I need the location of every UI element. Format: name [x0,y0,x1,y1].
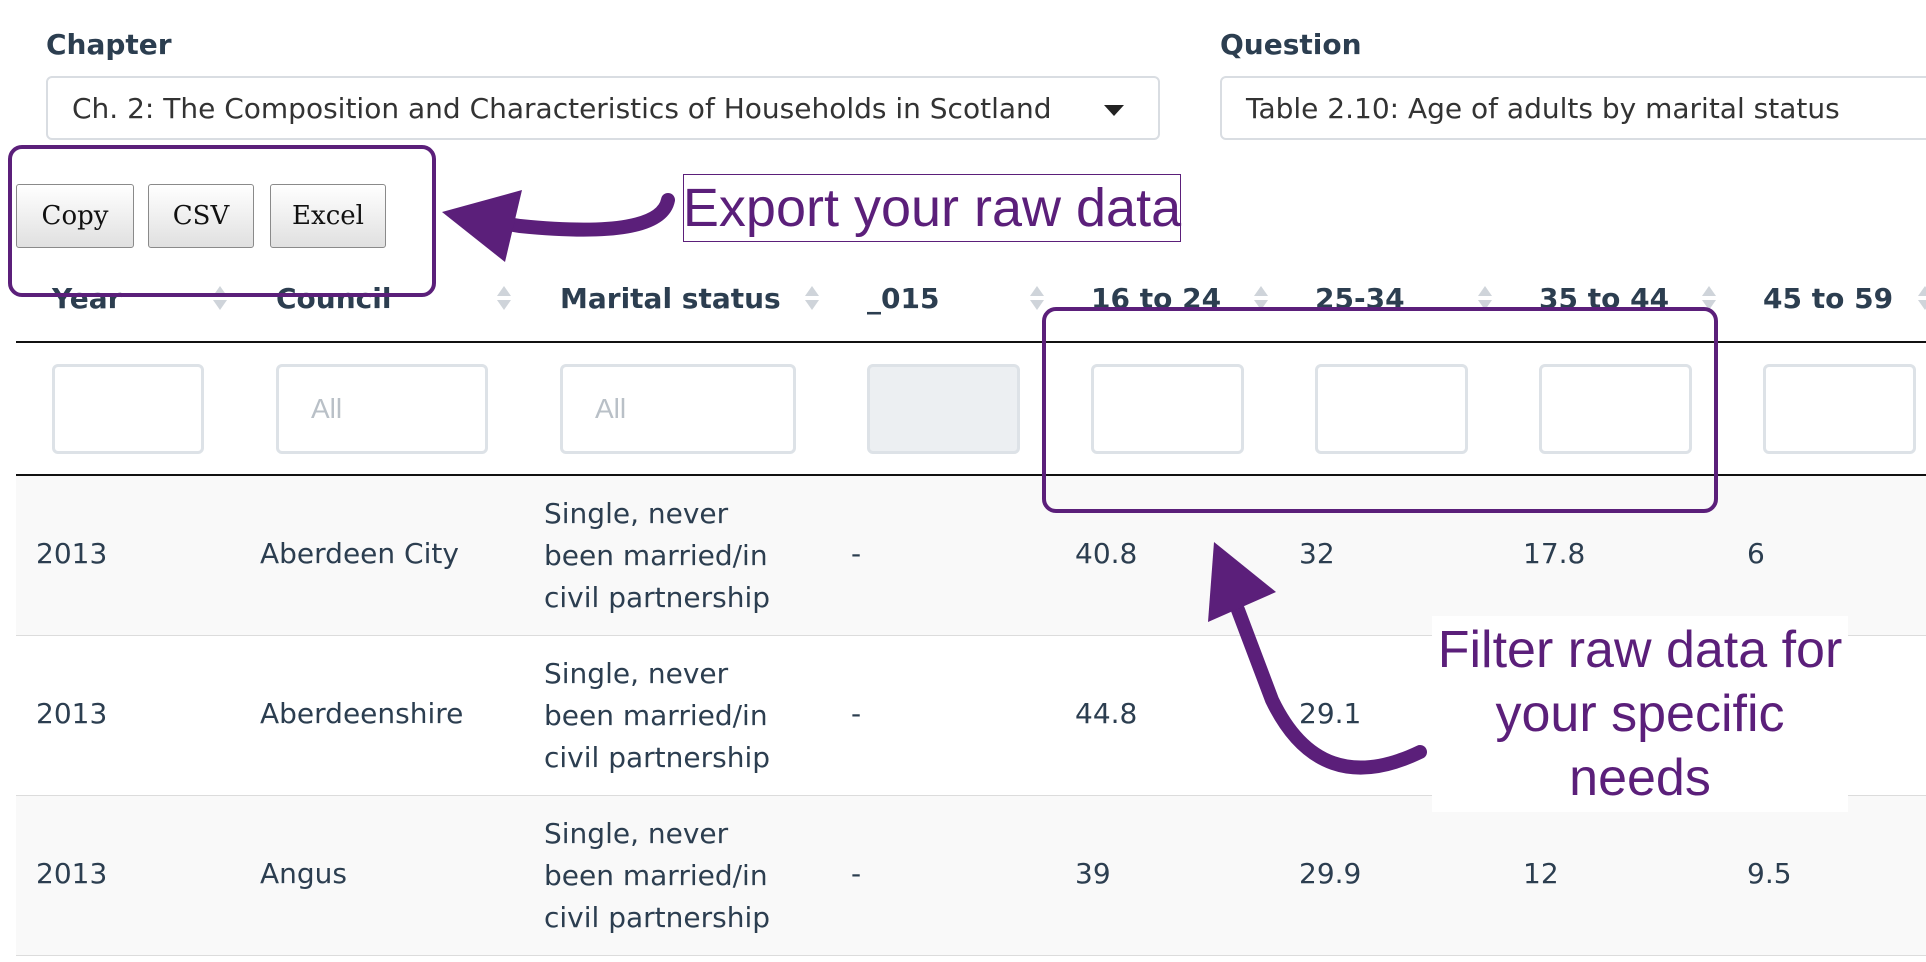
filter-arrow-icon [1231,603,1427,775]
export-arrowhead-icon [442,190,522,262]
export-arrow-icon [488,193,675,237]
annotation-arrows [442,190,1427,775]
